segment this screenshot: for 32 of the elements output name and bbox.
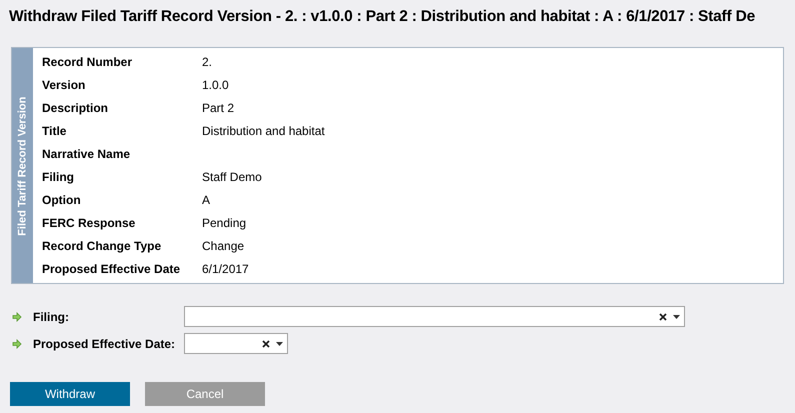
withdraw-button[interactable]: Withdraw <box>10 382 130 406</box>
arrow-icon <box>12 312 22 322</box>
caret-icon[interactable] <box>673 314 680 319</box>
row-value: Part 2 <box>202 100 234 117</box>
row-value: 2. <box>202 54 212 71</box>
row-label: Record Number <box>42 54 134 71</box>
row-label: Proposed Effective Date <box>42 260 182 278</box>
row-value: Change <box>202 238 244 255</box>
caret-icon[interactable] <box>276 342 283 346</box>
clear-icon[interactable] <box>262 340 270 348</box>
row-value: 6/1/2017 <box>202 260 249 278</box>
row-value: Staff Demo <box>202 168 262 186</box>
window-title: Withdraw Filed Tariff Record Version - 2. : v1.0.0 : Part 2 : Distribution and habitat : A : 6/1/2017 : Staff De <box>8 7 756 27</box>
row-label: Record Change Type <box>42 238 162 255</box>
row-label: Filing <box>42 168 75 186</box>
row-label: Narrative Name <box>42 146 132 163</box>
dropdown-field[interactable] <box>184 306 685 328</box>
field-label: Proposed Effective Date: <box>33 336 176 353</box>
row-value: A <box>202 192 210 209</box>
row-value: Pending <box>202 214 246 232</box>
row-value: 1.0.0 <box>202 76 229 94</box>
dropdown-field[interactable] <box>184 333 288 354</box>
row-value: Distribution and habitat <box>202 122 325 140</box>
arrow-icon <box>12 338 22 349</box>
row-label: Description <box>42 100 110 117</box>
field-label: Filing: <box>33 308 70 326</box>
row-label: Title <box>42 122 68 140</box>
row-label: Version <box>42 76 86 94</box>
row-label: FERC Response <box>42 214 136 232</box>
row-label: Option <box>42 192 82 209</box>
side-label: Filed Tariff Record Version <box>15 96 30 236</box>
clear-icon[interactable] <box>659 312 667 321</box>
